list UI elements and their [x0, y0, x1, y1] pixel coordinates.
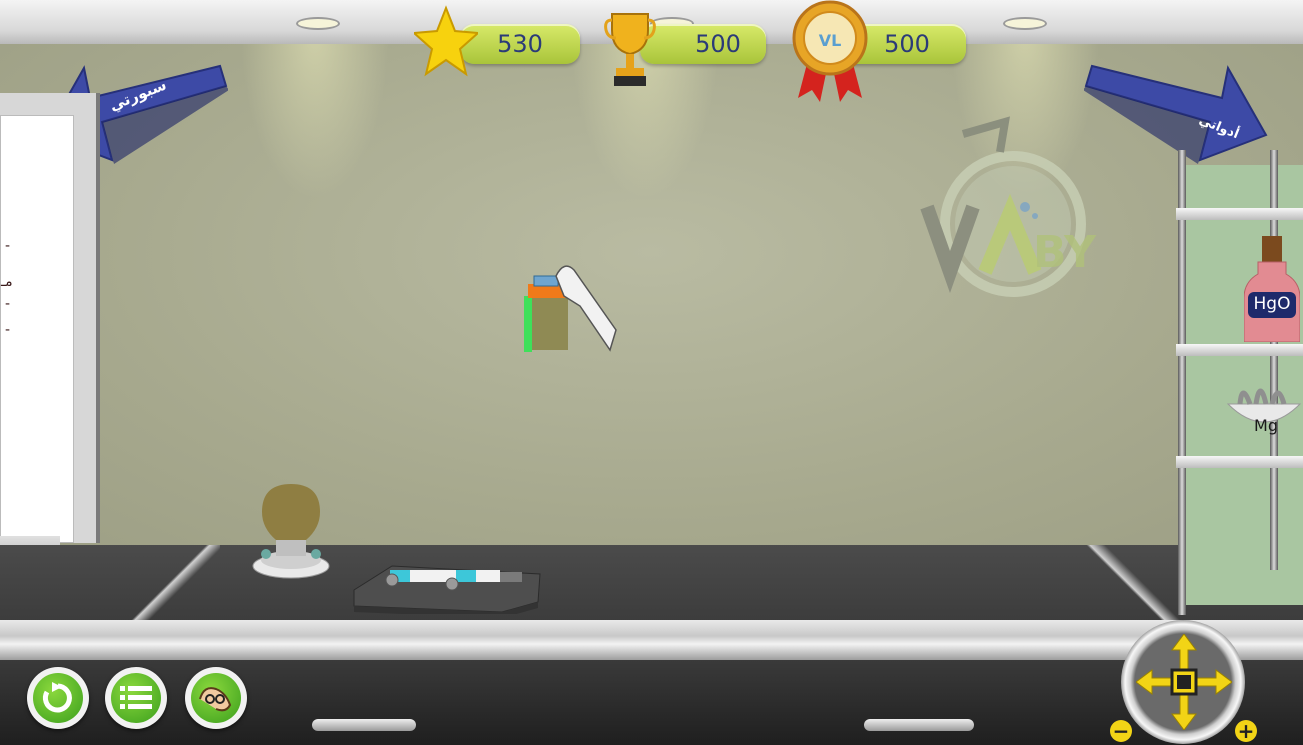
medals-value: 500	[884, 30, 930, 58]
board-text: مـ	[1, 274, 13, 290]
restart-button[interactable]	[27, 667, 89, 729]
board-text: -	[5, 296, 11, 312]
circuit-board[interactable]	[352, 562, 542, 614]
hgo-label: HgO	[1253, 294, 1291, 314]
whiteboard[interactable]: - مـ - -	[0, 115, 74, 543]
bench-rail	[1075, 545, 1185, 625]
stars-value: 530	[497, 30, 543, 58]
light-bulb[interactable]	[250, 484, 332, 582]
mg-dish[interactable]	[1226, 376, 1302, 448]
tools-nav-arrow[interactable]	[1084, 60, 1268, 170]
zoom-in-button[interactable]: +	[1235, 720, 1257, 742]
steps-list-button[interactable]	[105, 667, 167, 729]
ceiling-lamp	[1003, 17, 1047, 30]
stars-counter: 530	[460, 24, 580, 64]
battery-in-hand[interactable]	[520, 256, 620, 356]
zoom-out-button[interactable]: −	[1110, 720, 1132, 742]
board-text: -	[5, 238, 11, 254]
drawer-handle[interactable]	[312, 719, 416, 731]
star-icon	[414, 5, 478, 77]
trophy-icon	[604, 13, 656, 86]
shelf-plank	[1176, 456, 1303, 468]
bench-rail	[120, 545, 220, 625]
svg-text:BY: BY	[1033, 227, 1097, 278]
vlaby-logo-watermark: BY	[920, 116, 1097, 297]
dpad-arrows[interactable]	[1136, 634, 1232, 730]
bench-edge	[0, 620, 1303, 660]
drawer-handle[interactable]	[864, 719, 974, 731]
plus-icon: +	[1237, 719, 1255, 743]
hgo-bottle[interactable]	[1244, 236, 1300, 342]
trophies-counter: 500	[640, 24, 766, 64]
svg-text:VL: VL	[819, 31, 842, 50]
ceiling-lamp	[296, 17, 340, 30]
medal-icon: VL	[792, 0, 868, 102]
audio-button[interactable]	[185, 667, 247, 729]
restart-icon	[42, 682, 72, 713]
audio-icon	[199, 687, 232, 712]
shelf-plank	[1176, 208, 1303, 220]
light-beam	[240, 30, 390, 200]
shelf-plank	[1176, 344, 1303, 356]
trophies-value: 500	[695, 30, 741, 58]
board-text: -	[5, 322, 11, 338]
minus-icon: −	[1112, 719, 1130, 743]
list-icon	[120, 686, 152, 709]
mg-label: Mg	[1254, 416, 1278, 435]
